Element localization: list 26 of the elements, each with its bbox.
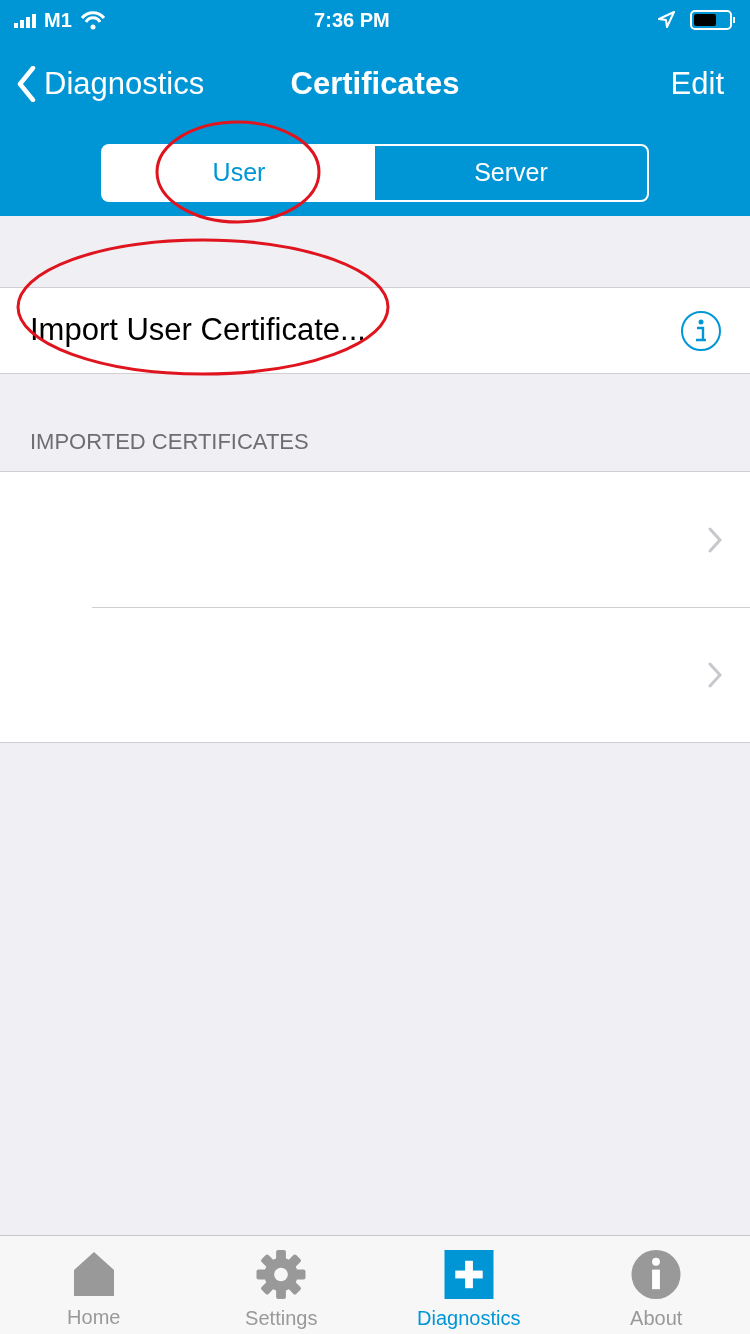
location-icon [658,11,676,29]
plus-square-icon [443,1250,494,1299]
segment-tab[interactable]: User [103,146,375,200]
signal-icon [14,12,36,28]
status-time: 7:36 PM [313,8,391,33]
chevron-icon [708,526,722,553]
tab-bar-item[interactable]: About [562,1236,750,1334]
wifi-icon [79,10,106,30]
segment-tab[interactable]: Server [375,146,647,200]
import-certificate-row[interactable]: Import User Certificate... [0,287,750,374]
section-header: IMPORTED CERTIFICATES [30,427,309,456]
edit-button[interactable]: Edit [670,60,724,108]
home-icon [71,1250,116,1298]
back-button[interactable]: Diagnostics [16,60,205,108]
gear-icon [256,1250,307,1299]
import-label: Import User Certificate... [30,311,366,350]
info-icon [631,1250,682,1299]
tab-bar-item[interactable]: Home [0,1236,188,1334]
tab-bar-item[interactable]: Settings [187,1236,375,1334]
carrier-name: M1 [44,8,72,33]
screen-title: Certificates [290,65,460,101]
tab-bar-item[interactable]: Diagnostics [375,1236,563,1334]
info-icon [680,309,722,352]
battery-icon [690,10,736,30]
back-chevron-icon [16,66,36,102]
chevron-icon [708,662,722,688]
